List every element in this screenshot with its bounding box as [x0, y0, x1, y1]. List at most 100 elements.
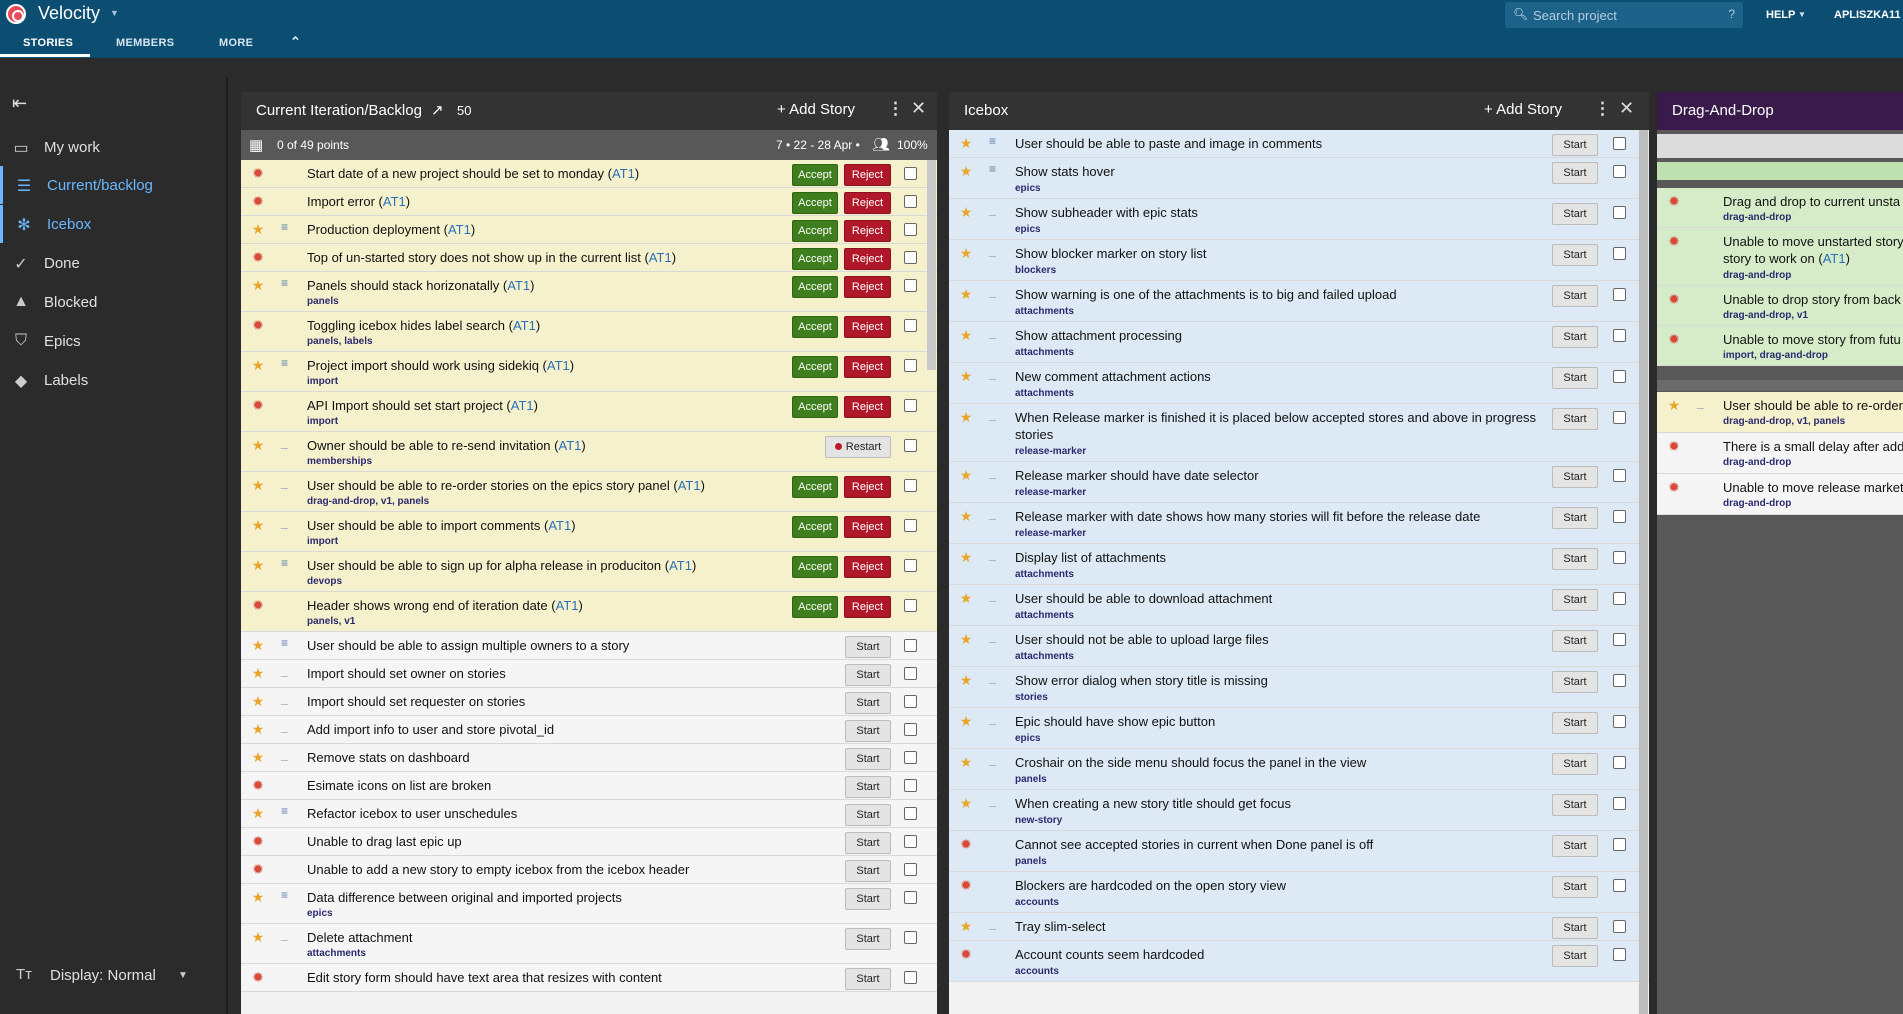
story-row[interactable]: ★ _ When creating a new story title should…	[949, 790, 1649, 831]
story-checkbox[interactable]	[1613, 411, 1626, 424]
story-labels[interactable]: panels, labels	[307, 336, 373, 347]
story-checkbox[interactable]	[904, 599, 917, 612]
estimate-icon[interactable]: _	[989, 589, 996, 603]
accept-button[interactable]: Accept	[792, 516, 838, 538]
story-checkbox[interactable]	[1613, 756, 1626, 769]
story-checkbox[interactable]	[1613, 797, 1626, 810]
story-labels[interactable]: panels	[1015, 856, 1047, 867]
story-labels[interactable]: drag-and-drop, v1, panels	[307, 496, 429, 507]
estimate-icon[interactable]: _	[989, 630, 996, 644]
start-button[interactable]: Start	[1552, 134, 1598, 156]
sidebar-item-current-backlog[interactable]: ☰ Current/backlog	[0, 166, 226, 204]
chevron-down-icon[interactable]: ▼	[110, 8, 119, 18]
story-row[interactable]: ✹ Blockers are hardcoded on the open stor…	[949, 872, 1649, 913]
story-labels[interactable]: epics	[1015, 733, 1041, 744]
story-checkbox[interactable]	[1613, 469, 1626, 482]
story-row[interactable]: ★ ≡ User should be able to assign multiple…	[241, 632, 937, 660]
story-checkbox[interactable]	[904, 931, 917, 944]
estimate-icon[interactable]: ≡	[281, 276, 288, 290]
story-checkbox[interactable]	[1613, 510, 1626, 523]
story-owner[interactable]: AT1	[448, 222, 471, 237]
story-checkbox[interactable]	[1613, 206, 1626, 219]
accept-button[interactable]: Accept	[792, 396, 838, 418]
story-owner[interactable]: AT1	[513, 318, 536, 333]
accept-button[interactable]: Accept	[792, 220, 838, 242]
estimate-icon[interactable]: _	[989, 408, 996, 422]
start-button[interactable]: Start	[1552, 712, 1598, 734]
story-checkbox[interactable]	[904, 439, 917, 452]
start-button[interactable]: Start	[1552, 794, 1598, 816]
start-button[interactable]: Start	[1552, 917, 1598, 939]
start-button[interactable]: Start	[845, 928, 891, 950]
estimate-icon[interactable]: _	[989, 326, 996, 340]
start-button[interactable]: Start	[845, 860, 891, 882]
story-owner[interactable]: AT1	[511, 398, 534, 413]
start-button[interactable]: Start	[1552, 589, 1598, 611]
story-checkbox[interactable]	[904, 779, 917, 792]
estimate-icon[interactable]: ≡	[281, 804, 288, 818]
estimate-icon[interactable]: _	[989, 367, 996, 381]
story-checkbox[interactable]	[904, 223, 917, 236]
story-owner[interactable]: AT1	[1823, 251, 1846, 266]
story-row[interactable]: ★ ≡ Data difference between original and i…	[241, 884, 937, 924]
story-labels[interactable]: panels	[307, 296, 339, 307]
story-checkbox[interactable]	[904, 971, 917, 984]
sidebar-item-my-work[interactable]: ▭ My work	[0, 128, 226, 166]
sidebar-item-done[interactable]: ✓ Done	[0, 244, 226, 282]
story-checkbox[interactable]	[904, 279, 917, 292]
estimate-icon[interactable]: _	[989, 794, 996, 808]
estimate-icon[interactable]: _	[281, 516, 288, 530]
reject-button[interactable]: Reject	[844, 316, 891, 338]
accept-button[interactable]: Accept	[792, 248, 838, 270]
estimate-icon[interactable]: _	[989, 244, 996, 258]
start-button[interactable]: Start	[845, 636, 891, 658]
story-labels[interactable]: accounts	[1015, 966, 1059, 977]
story-row[interactable]: ✹ Account counts seem hardcoded accounts St…	[949, 941, 1649, 982]
start-button[interactable]: Start	[1552, 876, 1598, 898]
user-menu[interactable]: APLISZKA11	[1834, 9, 1901, 21]
story-row[interactable]: ★ _ User should not be able to upload larg…	[949, 626, 1649, 667]
story-checkbox[interactable]	[1613, 551, 1626, 564]
story-row[interactable]: ★ _ Import should set owner on stories Star…	[241, 660, 937, 688]
reject-button[interactable]: Reject	[844, 356, 891, 378]
story-row[interactable]: ★ _ Show blocker marker on story list block…	[949, 240, 1649, 281]
story-row[interactable]: ★ ≡ Panels should stack horizonatally (AT1…	[241, 272, 937, 312]
accept-button[interactable]: Accept	[792, 356, 838, 378]
estimate-icon[interactable]: _	[989, 507, 996, 521]
story-owner[interactable]: AT1	[612, 166, 635, 181]
story-labels[interactable]: attachments	[1015, 306, 1074, 317]
story-row[interactable]: ✹ Unable to drop story from back drag-and-…	[1657, 286, 1903, 326]
story-row[interactable]: ★ _ Croshair on the side menu should focus…	[949, 749, 1649, 790]
story-row[interactable]: ★ ≡ User should be able to paste and image…	[949, 130, 1649, 158]
story-checkbox[interactable]	[904, 479, 917, 492]
estimate-icon[interactable]: ≡	[281, 356, 288, 370]
tab-stories[interactable]: STORIES	[23, 37, 73, 49]
story-labels[interactable]: panels	[1015, 774, 1047, 785]
story-checkbox[interactable]	[1613, 592, 1626, 605]
start-button[interactable]: Start	[845, 720, 891, 742]
story-checkbox[interactable]	[1613, 329, 1626, 342]
start-button[interactable]: Start	[845, 804, 891, 826]
story-row[interactable]: ✹ Esimate icons on list are broken Start	[241, 772, 937, 800]
story-row[interactable]: ★ _ Epic should have show epic button epics…	[949, 708, 1649, 749]
story-row[interactable]: ✹ API Import should set start project (AT…	[241, 392, 937, 432]
start-button[interactable]: Start	[1552, 285, 1598, 307]
estimate-icon[interactable]: _	[989, 712, 996, 726]
story-labels[interactable]: release-marker	[1015, 528, 1086, 539]
accept-button[interactable]: Accept	[792, 316, 838, 338]
accept-button[interactable]: Accept	[792, 164, 838, 186]
story-labels[interactable]: attachments	[1015, 610, 1074, 621]
estimate-icon[interactable]: ≡	[989, 134, 996, 148]
story-owner[interactable]: AT1	[678, 478, 701, 493]
story-owner[interactable]: AT1	[547, 358, 570, 373]
story-row[interactable]: ✹ Unable to drag last epic up Start	[241, 828, 937, 856]
add-story-button[interactable]: + Add Story	[777, 101, 855, 118]
search-help-icon[interactable]: ?	[1728, 7, 1735, 21]
start-button[interactable]: Start	[1552, 367, 1598, 389]
start-button[interactable]: Start	[845, 832, 891, 854]
story-checkbox[interactable]	[904, 559, 917, 572]
story-owner[interactable]: AT1	[548, 518, 571, 533]
story-owner[interactable]: AT1	[559, 438, 582, 453]
story-row[interactable]: ✹ Drag and drop to current unsta drag-and-…	[1657, 188, 1903, 228]
story-row[interactable]: ★ _ Release marker with date shows how man…	[949, 503, 1649, 544]
